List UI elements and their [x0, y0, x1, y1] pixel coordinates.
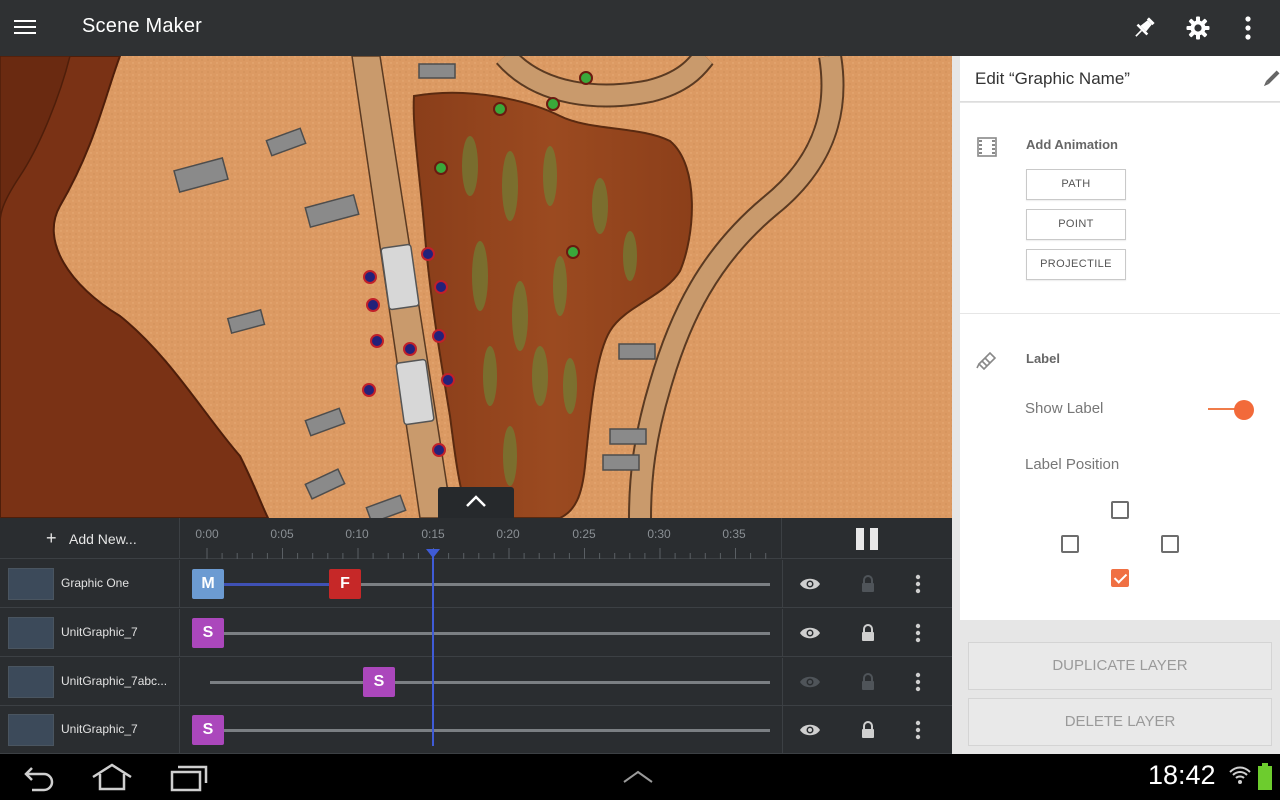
layer-name: Graphic One [61, 576, 130, 590]
visibility-icon[interactable] [798, 621, 822, 645]
layer-thumbnail [8, 666, 54, 698]
layer-name-cell[interactable]: Graphic One [0, 560, 180, 608]
layer-row[interactable]: UnitGraphic_7abc... S [0, 658, 952, 706]
pin-icon[interactable] [1128, 12, 1160, 44]
keyframe-f[interactable]: F [329, 569, 361, 599]
visibility-icon[interactable] [798, 718, 822, 742]
duplicate-layer-button[interactable]: DUPLICATE LAYER [968, 642, 1272, 690]
properties-panel: Edit “Graphic Name” Add Animation PATH P… [952, 56, 1280, 754]
layer-track[interactable] [224, 632, 770, 635]
layer-row[interactable]: Graphic One M F [0, 560, 952, 608]
chevron-up-icon [466, 495, 486, 507]
layer-name: UnitGraphic_7abc... [61, 674, 168, 688]
layer-thumbnail [8, 617, 54, 649]
playhead-handle[interactable] [426, 549, 440, 558]
plus-icon: + [46, 528, 57, 548]
toggle-thumb [1234, 400, 1254, 420]
pause-button[interactable] [856, 528, 880, 550]
wifi-icon [1228, 764, 1252, 793]
layer-row[interactable]: UnitGraphic_7 S [0, 609, 952, 657]
layer-name-cell[interactable]: UnitGraphic_7 [0, 706, 180, 754]
layer-thumbnail [8, 568, 54, 600]
keyframe-s[interactable]: S [363, 667, 395, 697]
time-ruler[interactable]: 0:00 0:05 0:10 0:15 0:20 0:25 0:30 0:35 [180, 518, 782, 559]
app-root: Scene Maker + Add New... 0:00 0:05 0:10 … [0, 0, 1280, 800]
layer-name: UnitGraphic_7 [61, 625, 138, 639]
keyframe-s[interactable]: S [192, 618, 224, 648]
keyframe-m[interactable]: M [192, 569, 224, 599]
layer-track[interactable] [210, 681, 770, 684]
layer-thumbnail [8, 714, 54, 746]
playhead-line[interactable] [432, 549, 434, 746]
visibility-off-icon[interactable] [798, 670, 822, 694]
pause-icon [856, 528, 864, 550]
label-position-text: Label Position [1025, 456, 1120, 473]
layer-controls [782, 706, 952, 754]
show-label-toggle[interactable] [1208, 400, 1254, 420]
label-section-title: Label [1026, 351, 1060, 366]
label-position-top-checkbox[interactable] [1111, 501, 1129, 519]
add-animation-section: Add Animation PATH POINT PROJECTILE [960, 103, 1280, 313]
edit-title: Edit “Graphic Name” [975, 69, 1130, 88]
battery-icon [1257, 762, 1273, 797]
clock: 18:42 [1148, 760, 1216, 790]
timeline-header: + Add New... 0:00 0:05 0:10 0:15 0:20 0:… [0, 518, 952, 559]
film-icon [975, 135, 999, 159]
label-position-left-checkbox[interactable] [1061, 535, 1079, 553]
settings-icon[interactable] [1182, 12, 1214, 44]
add-new-button[interactable]: + Add New... [0, 518, 180, 559]
more-vert-icon[interactable] [1232, 12, 1264, 44]
back-icon[interactable] [22, 762, 56, 797]
layer-name-cell[interactable]: UnitGraphic_7 [0, 609, 180, 657]
map-tile [0, 56, 952, 518]
projectile-button[interactable]: PROJECTILE [1026, 249, 1126, 280]
layer-controls [782, 560, 952, 608]
app-bar: Scene Maker [0, 0, 1280, 56]
ruler-ticks [206, 548, 767, 559]
lock-icon[interactable] [856, 621, 880, 645]
delete-layer-button[interactable]: DELETE LAYER [968, 698, 1272, 746]
recents-icon[interactable] [170, 762, 210, 797]
home-icon[interactable] [90, 762, 134, 797]
edit-icon[interactable] [1260, 68, 1280, 90]
point-button[interactable]: POINT [1026, 209, 1126, 240]
add-new-label: Add New... [69, 531, 137, 547]
more-vert-icon[interactable] [906, 572, 930, 596]
collapse-timeline-tab[interactable] [438, 487, 514, 518]
label-icon [975, 346, 999, 371]
app-title: Scene Maker [82, 15, 203, 37]
show-label-text: Show Label [1025, 400, 1104, 417]
layer-controls [782, 609, 952, 657]
timeline-panel: + Add New... 0:00 0:05 0:10 0:15 0:20 0:… [0, 518, 952, 754]
add-animation-title: Add Animation [1026, 137, 1118, 152]
label-position-right-checkbox[interactable] [1161, 535, 1179, 553]
keyframe-s[interactable]: S [192, 715, 224, 745]
system-nav-bar: 18:42 [0, 754, 1280, 800]
pause-icon-bar [870, 528, 878, 550]
visibility-icon[interactable] [798, 572, 822, 596]
edit-header: Edit “Graphic Name” [960, 56, 1280, 102]
layer-track[interactable] [224, 729, 770, 732]
more-vert-icon[interactable] [906, 621, 930, 645]
lock-icon[interactable] [856, 718, 880, 742]
layer-name-cell[interactable]: UnitGraphic_7abc... [0, 658, 180, 706]
path-button[interactable]: PATH [1026, 169, 1126, 200]
lock-icon[interactable] [856, 670, 880, 694]
menu-icon[interactable] [14, 16, 36, 40]
label-position-bottom-checkbox[interactable] [1111, 569, 1129, 587]
more-vert-icon[interactable] [906, 670, 930, 694]
layer-row[interactable]: UnitGraphic_7 S [0, 706, 952, 754]
lock-icon[interactable] [856, 572, 880, 596]
layer-track-active [224, 583, 330, 586]
label-section: Label Show Label Label Position [960, 314, 1280, 620]
layer-name: UnitGraphic_7 [61, 722, 138, 736]
map-canvas[interactable] [0, 56, 952, 518]
chevron-up-icon[interactable] [620, 766, 656, 791]
layer-controls [782, 658, 952, 706]
more-vert-icon[interactable] [906, 718, 930, 742]
